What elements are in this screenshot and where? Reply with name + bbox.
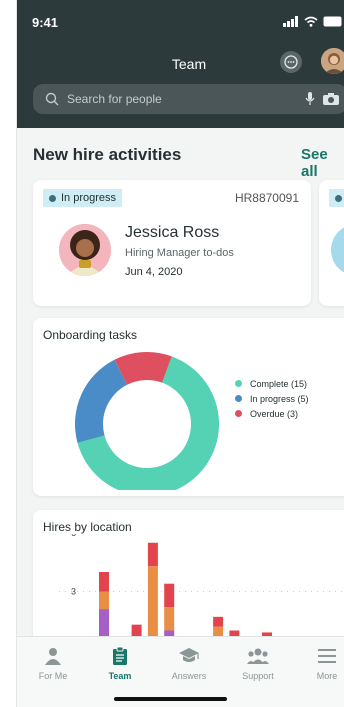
signal-icon bbox=[283, 16, 298, 27]
bar-segment bbox=[147, 566, 158, 637]
person-icon bbox=[23, 645, 83, 667]
legend-item-overdue: Overdue (3) bbox=[235, 406, 309, 421]
tab-label: Team bbox=[108, 671, 132, 681]
search-placeholder: Search for people bbox=[67, 92, 162, 106]
status-badge-label: In progress bbox=[61, 192, 117, 204]
tab-for-me[interactable]: For Me bbox=[23, 645, 83, 681]
legend-label: Complete (15) bbox=[250, 378, 308, 389]
tab-team[interactable]: Team bbox=[90, 645, 150, 681]
avatar bbox=[59, 224, 111, 276]
tab-more[interactable]: More bbox=[297, 645, 344, 681]
bar-segment bbox=[147, 542, 158, 567]
search-bar[interactable]: Search for people bbox=[33, 84, 344, 114]
profile-avatar[interactable] bbox=[321, 48, 344, 74]
tab-support[interactable]: Support bbox=[228, 645, 288, 681]
onboarding-legend: Complete (15) In progress (5) Overdue (3… bbox=[235, 376, 309, 421]
people-icon bbox=[228, 645, 288, 667]
bar-segment bbox=[164, 607, 175, 631]
bar-segment bbox=[99, 572, 109, 592]
hire-subtitle: Hiring Manager to-dos bbox=[125, 247, 234, 259]
person-photo-icon bbox=[59, 224, 111, 276]
new-hire-card[interactable]: In progress HR8870091 Jessica Ross Hirin… bbox=[33, 180, 311, 306]
home-indicator[interactable] bbox=[114, 697, 227, 701]
status-badge bbox=[329, 189, 344, 207]
app-screen: 9:41 Team Search for people New hire act bbox=[16, 0, 344, 707]
legend-dot-icon bbox=[235, 395, 242, 402]
onboarding-tasks-card[interactable]: Onboarding tasks Complete (15) In progre… bbox=[33, 318, 344, 496]
camera-icon[interactable] bbox=[323, 92, 339, 110]
header: 9:41 Team Search for people bbox=[17, 0, 344, 128]
tab-label: Support bbox=[242, 671, 274, 681]
chat-button[interactable] bbox=[280, 51, 302, 73]
legend-item-in-progress: In progress (5) bbox=[235, 391, 309, 406]
hire-id: HR8870091 bbox=[234, 191, 299, 205]
legend-item-complete: Complete (15) bbox=[235, 376, 309, 391]
legend-dot-icon bbox=[235, 380, 242, 387]
status-dot-icon bbox=[49, 194, 56, 202]
bar-segment bbox=[164, 583, 175, 608]
section-title: New hire activities bbox=[33, 145, 182, 164]
tab-answers[interactable]: Answers bbox=[159, 645, 219, 681]
bar-segment bbox=[131, 624, 142, 637]
profile-photo-icon bbox=[321, 48, 344, 74]
search-icon bbox=[45, 92, 59, 106]
graduation-cap-icon bbox=[159, 645, 219, 667]
battery-icon bbox=[323, 16, 342, 27]
y-tick-label: 3 bbox=[71, 587, 76, 597]
y-tick-label: 6 bbox=[71, 534, 76, 538]
bar-segment bbox=[99, 591, 109, 610]
new-hire-card-next[interactable] bbox=[319, 180, 344, 306]
legend-label: In progress (5) bbox=[250, 393, 309, 404]
legend-label: Overdue (3) bbox=[250, 408, 299, 419]
tab-label: Answers bbox=[171, 671, 207, 681]
hire-name: Jessica Ross bbox=[125, 224, 220, 241]
status-icons bbox=[283, 16, 343, 27]
onboarding-donut-chart bbox=[75, 352, 219, 490]
hire-date: Jun 4, 2020 bbox=[125, 266, 183, 278]
tab-label: More bbox=[316, 671, 338, 681]
status-dot-icon bbox=[335, 195, 342, 202]
status-time: 9:41 bbox=[32, 15, 59, 30]
bar-segment bbox=[213, 616, 224, 627]
legend-dot-icon bbox=[235, 410, 242, 417]
chat-bubble-icon bbox=[284, 55, 298, 69]
onboarding-title: Onboarding tasks bbox=[43, 328, 138, 342]
status-badge: In progress bbox=[43, 189, 123, 207]
microphone-icon[interactable] bbox=[305, 92, 315, 111]
see-all-link[interactable]: See all bbox=[301, 146, 344, 180]
tab-label: For Me bbox=[38, 671, 68, 681]
avatar bbox=[331, 224, 344, 276]
donut-slice-in-progress bbox=[75, 359, 128, 443]
location-title: Hires by location bbox=[43, 520, 132, 534]
wifi-icon bbox=[304, 16, 318, 27]
clipboard-icon bbox=[90, 645, 150, 667]
menu-icon bbox=[297, 645, 344, 667]
